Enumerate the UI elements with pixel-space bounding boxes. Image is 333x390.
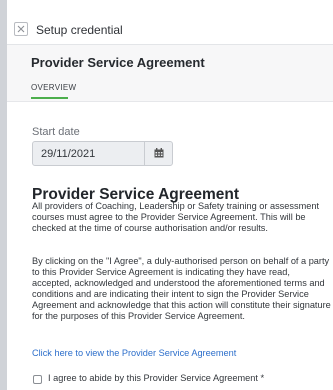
agree-checkbox-label[interactable]: I agree to abide by this Provider Servic… bbox=[48, 373, 264, 384]
close-button[interactable] bbox=[14, 22, 28, 36]
agreement-intro-text: All providers of Coaching, Leadership or… bbox=[32, 201, 320, 233]
start-date-label: Start date bbox=[32, 126, 80, 138]
close-icon bbox=[17, 25, 25, 33]
agree-checkbox[interactable] bbox=[33, 375, 42, 384]
left-panel-edge bbox=[0, 0, 7, 390]
agreement-consent-text: By clicking on the "I Agree", a duly-aut… bbox=[32, 256, 331, 321]
start-date-value: 29/11/2021 bbox=[41, 148, 96, 160]
dialog-header: Setup credential bbox=[7, 0, 333, 45]
section-title: Provider Service Agreement bbox=[31, 55, 205, 70]
required-asterisk: * bbox=[260, 373, 265, 384]
calendar-icon bbox=[154, 148, 164, 158]
agree-label-text: I agree to abide by this Provider Servic… bbox=[48, 373, 258, 383]
dialog-title: Setup credential bbox=[36, 23, 123, 37]
section-header: Provider Service Agreement OVERVIEW bbox=[7, 45, 333, 102]
tab-overview[interactable]: OVERVIEW bbox=[31, 83, 76, 92]
start-date-field[interactable]: 29/11/2021 bbox=[32, 141, 173, 166]
view-agreement-link[interactable]: Click here to view the Provider Service … bbox=[32, 348, 236, 358]
date-picker-button[interactable] bbox=[144, 142, 172, 165]
tab-active-indicator bbox=[31, 97, 68, 99]
